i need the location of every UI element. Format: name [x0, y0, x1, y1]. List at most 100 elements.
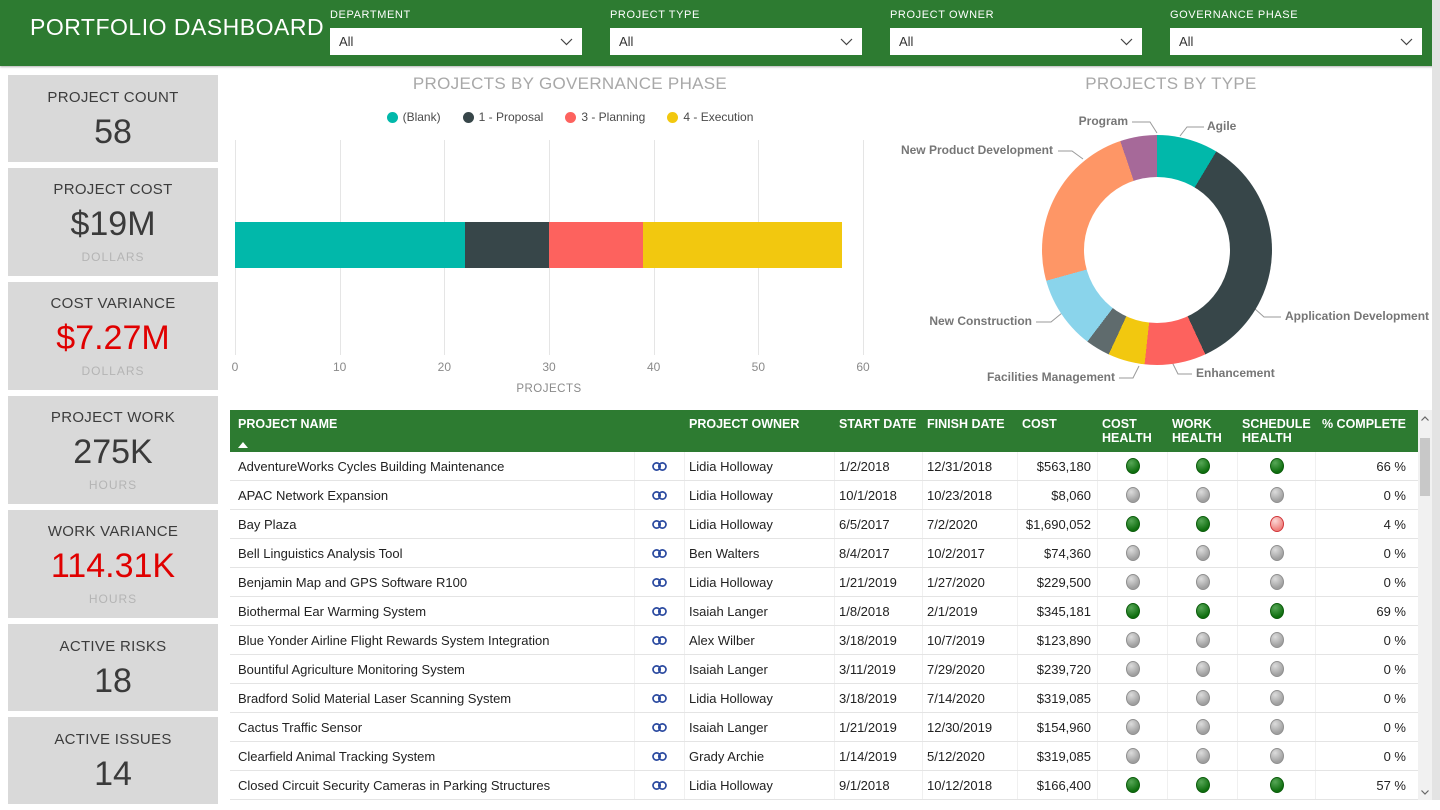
link-cell — [635, 539, 685, 567]
work-health-indicator-gray — [1196, 690, 1210, 706]
filter-governance-phase-dropdown[interactable]: All — [1170, 28, 1422, 55]
bar-segment-1-proposal[interactable] — [465, 222, 549, 268]
page-title: PORTFOLIO DASHBOARD — [30, 14, 324, 41]
cost-cell: $239,720 — [1018, 655, 1098, 683]
legend-label: 1 - Proposal — [479, 110, 544, 124]
pct-complete-cell: 0 % — [1316, 626, 1418, 654]
chevron-down-icon — [1400, 38, 1413, 46]
finish-date-cell: 5/12/2020 — [923, 742, 1018, 770]
link-icon[interactable] — [651, 460, 668, 473]
table-row[interactable]: APAC Network ExpansionLidia Holloway10/1… — [230, 481, 1418, 510]
column-header-schedule-health[interactable]: SCHEDULE HEALTH — [1238, 410, 1316, 445]
column-header-finish-date[interactable]: FINISH DATE — [923, 410, 1018, 431]
table-row[interactable]: Cactus Traffic SensorIsaiah Langer1/21/2… — [230, 713, 1418, 742]
kpi-value: 114.31K — [51, 549, 175, 583]
table-row[interactable]: Bradford Solid Material Laser Scanning S… — [230, 684, 1418, 713]
table-row[interactable]: Closed Circuit Security Cameras in Parki… — [230, 771, 1418, 800]
column-header-cost-health[interactable]: COST HEALTH — [1098, 410, 1168, 445]
kpi-card-active-issues: ACTIVE ISSUES14 — [8, 717, 218, 804]
bar-segment-4-execution[interactable] — [643, 222, 842, 268]
filter-project-type-dropdown[interactable]: All — [610, 28, 862, 55]
link-icon[interactable] — [651, 489, 668, 502]
kpi-card-cost-variance: COST VARIANCE$7.27MDOLLARS — [8, 282, 218, 390]
link-icon[interactable] — [651, 663, 668, 676]
chart-legend: (Blank) 1 - Proposal 3 - Planning 4 - Execu… — [230, 110, 910, 124]
link-icon[interactable] — [651, 692, 668, 705]
schedule-health-indicator-gray — [1270, 545, 1284, 561]
legend-item-4-execution[interactable]: 4 - Execution — [667, 110, 753, 124]
page-scrollbar[interactable] — [1432, 0, 1440, 800]
bar-segment-blank[interactable] — [235, 222, 465, 268]
scroll-down-button[interactable] — [1418, 784, 1432, 800]
column-header-pct-complete[interactable]: % COMPLETE — [1316, 410, 1418, 431]
filter-department-dropdown[interactable]: All — [330, 28, 582, 55]
filter-selected-value: All — [619, 34, 633, 49]
finish-date-cell: 1/27/2020 — [923, 568, 1018, 596]
filter-project-owner-dropdown[interactable]: All — [890, 28, 1142, 55]
bar-segment-3-planning[interactable] — [549, 222, 643, 268]
table-row[interactable]: Bay PlazaLidia Holloway6/5/20177/2/2020$… — [230, 510, 1418, 539]
link-icon[interactable] — [651, 750, 668, 763]
link-icon[interactable] — [651, 547, 668, 560]
project-name-cell: Benjamin Map and GPS Software R100 — [230, 568, 635, 596]
legend-item-blank[interactable]: (Blank) — [387, 110, 441, 124]
x-tick-label: 50 — [743, 360, 773, 374]
table-row[interactable]: Biothermal Ear Warming SystemIsaiah Lang… — [230, 597, 1418, 626]
work-health-indicator-gray — [1196, 719, 1210, 735]
kpi-title: ACTIVE ISSUES — [54, 731, 171, 748]
kpi-unit: HOURS — [89, 478, 137, 492]
table-row[interactable]: Bell Linguistics Analysis ToolBen Walter… — [230, 539, 1418, 568]
scroll-up-button[interactable] — [1418, 410, 1432, 426]
table-row[interactable]: AdventureWorks Cycles Building Maintenan… — [230, 452, 1418, 481]
pct-complete-cell: 0 % — [1316, 481, 1418, 509]
finish-date-cell: 7/29/2020 — [923, 655, 1018, 683]
chevron-down-icon — [1120, 38, 1133, 46]
legend-item-1-proposal[interactable]: 1 - Proposal — [463, 110, 544, 124]
link-icon[interactable] — [651, 779, 668, 792]
work-health-indicator-gray — [1196, 632, 1210, 648]
column-header-project-name[interactable]: PROJECT NAME — [230, 410, 685, 452]
table-row[interactable]: Bountiful Agriculture Monitoring SystemI… — [230, 655, 1418, 684]
start-date-cell: 9/1/2018 — [835, 771, 923, 799]
schedule-health-cell — [1238, 452, 1316, 480]
column-header-project-owner[interactable]: PROJECT OWNER — [685, 410, 835, 431]
column-header-cost[interactable]: COST — [1018, 410, 1098, 431]
cost-health-cell — [1098, 713, 1168, 741]
column-header-start-date[interactable]: START DATE — [835, 410, 923, 431]
link-cell — [635, 684, 685, 712]
schedule-health-cell — [1238, 568, 1316, 596]
x-tick-label: 0 — [220, 360, 250, 374]
work-health-indicator-green — [1196, 458, 1210, 474]
table-row[interactable]: Benjamin Map and GPS Software R100 Lidia … — [230, 568, 1418, 597]
x-tick-label: 20 — [429, 360, 459, 374]
filter-label: PROJECT TYPE — [610, 9, 862, 21]
filter-selected-value: All — [899, 34, 913, 49]
link-icon[interactable] — [651, 518, 668, 531]
project-owner-cell: Lidia Holloway — [685, 568, 835, 596]
link-icon[interactable] — [651, 721, 668, 734]
donut-label-new-product-development: New Product Development — [901, 143, 1053, 157]
table-row[interactable]: Blue Yonder Airline Flight Rewards Syste… — [230, 626, 1418, 655]
column-header-work-health[interactable]: WORK HEALTH — [1168, 410, 1238, 445]
legend-label: 3 - Planning — [581, 110, 645, 124]
link-icon[interactable] — [651, 634, 668, 647]
link-icon[interactable] — [651, 576, 668, 589]
kpi-title: WORK VARIANCE — [48, 523, 178, 540]
cost-health-cell — [1098, 452, 1168, 480]
cost-cell: $319,085 — [1018, 742, 1098, 770]
link-cell — [635, 452, 685, 480]
link-icon[interactable] — [651, 605, 668, 618]
project-owner-cell: Lidia Holloway — [685, 771, 835, 799]
schedule-health-indicator-gray — [1270, 719, 1284, 735]
project-owner-cell: Ben Walters — [685, 539, 835, 567]
cost-cell: $563,180 — [1018, 452, 1098, 480]
finish-date-cell: 2/1/2019 — [923, 597, 1018, 625]
table-scrollbar[interactable] — [1418, 410, 1432, 800]
scrollbar-thumb[interactable] — [1420, 438, 1430, 496]
start-date-cell: 3/18/2019 — [835, 684, 923, 712]
legend-item-3-planning[interactable]: 3 - Planning — [565, 110, 645, 124]
table-row[interactable]: Clearfield Animal Tracking SystemGrady A… — [230, 742, 1418, 771]
kpi-title: PROJECT COUNT — [47, 89, 178, 106]
donut-chart[interactable] — [1042, 135, 1272, 365]
x-tick-label: 60 — [848, 360, 878, 374]
